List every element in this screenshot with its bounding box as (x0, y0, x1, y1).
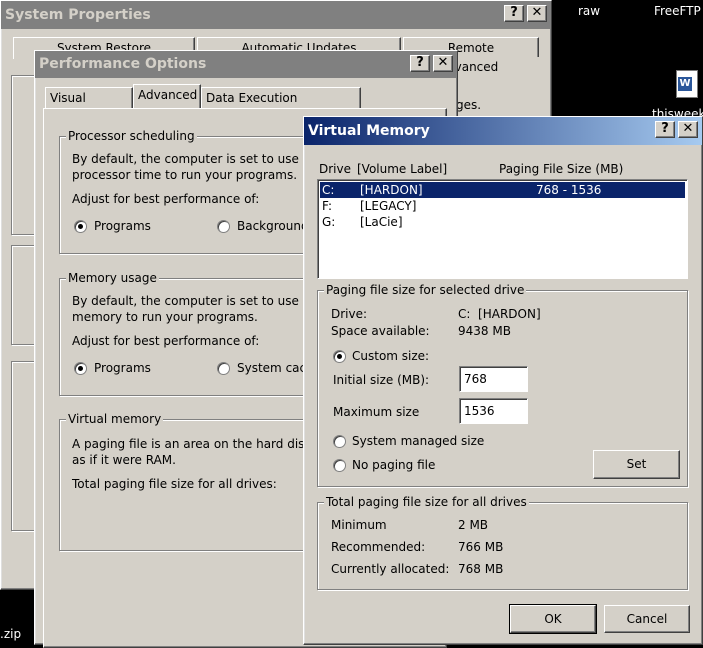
drive-letter: F: (322, 199, 333, 213)
system-properties-title: System Properties (5, 7, 151, 23)
drive-volume-label: [HARDON] (360, 183, 423, 197)
custom-size-radio[interactable] (333, 350, 346, 363)
desktop-item-freeftp[interactable]: FreeFTP (654, 4, 701, 18)
drive-list[interactable]: C: [HARDON] 768 - 1536 F: [LEGACY] G: [L… (317, 179, 688, 279)
virtual-memory-desc-line2: as if it were RAM. (72, 453, 176, 467)
processor-programs-label[interactable]: Programs (94, 219, 151, 233)
recommended-value: 766 MB (458, 540, 504, 554)
currently-allocated-label: Currently allocated: (331, 562, 450, 576)
memory-programs-label[interactable]: Programs (94, 361, 151, 375)
processor-scheduling-legend: Processor scheduling (66, 129, 197, 143)
memory-system-cache-radio[interactable] (217, 362, 230, 375)
tab-data-execution-prevention[interactable]: Data Execution Prevention (201, 87, 361, 125)
memory-adjust-label: Adjust for best performance of: (72, 334, 260, 348)
processor-background-radio[interactable] (217, 220, 230, 233)
processor-desc-line2: processor time to run your programs. (72, 168, 298, 182)
word-document-icon[interactable]: W (676, 70, 698, 98)
tab-visual-effects[interactable]: Visual Effects (45, 87, 133, 125)
set-button[interactable]: Set (593, 450, 680, 479)
tab-advanced-fragment[interactable]: Advanced (439, 57, 541, 79)
desktop-item-zip[interactable]: .zip (0, 627, 21, 641)
selected-drive-group: Paging file size for selected drive Driv… (317, 283, 688, 487)
virtual-memory-dialog: Virtual Memory ? ✕ Drive [Volume Label] … (303, 116, 703, 645)
no-paging-file-radio[interactable] (333, 459, 346, 472)
drive-paging-size: 768 - 1536 (536, 183, 602, 197)
selected-drive-legend: Paging file size for selected drive (324, 283, 527, 297)
memory-programs-radio[interactable] (74, 362, 87, 375)
cancel-button[interactable]: Cancel (604, 605, 690, 633)
system-managed-radio[interactable] (333, 435, 346, 448)
maximum-size-input[interactable]: 1536 (459, 398, 528, 424)
virtual-memory-desc-line1: A paging file is an area on the hard dis… (72, 437, 312, 451)
total-paging-group: Total paging file size for all drives Mi… (317, 495, 688, 590)
tab-advanced[interactable]: Advanced (133, 84, 201, 108)
help-button[interactable]: ? (504, 5, 524, 22)
virtual-memory-titlebar[interactable]: Virtual Memory ? ✕ (304, 117, 702, 145)
drive-column-header: Drive (319, 162, 351, 176)
drive-volume-label: [LEGACY] (360, 199, 417, 213)
no-paging-file-label[interactable]: No paging file (352, 458, 435, 472)
virtual-memory-legend: Virtual memory (66, 412, 164, 426)
space-available-label: Space available: (331, 324, 430, 338)
drive-letter: G: (322, 215, 336, 229)
virtual-memory-title: Virtual Memory (308, 123, 430, 139)
system-properties-titlebar[interactable]: System Properties ? ✕ (1, 1, 551, 29)
desktop-item-raw[interactable]: raw (578, 4, 600, 18)
ok-button[interactable]: OK (509, 604, 597, 634)
performance-options-title: Performance Options (39, 56, 207, 72)
drive-row-c[interactable]: C: [HARDON] 768 - 1536 (320, 182, 685, 198)
memory-desc-line1: By default, the computer is set to use a… (72, 294, 322, 308)
drive-row-f[interactable]: F: [LEGACY] (320, 198, 685, 214)
custom-size-label[interactable]: Custom size: (352, 349, 429, 363)
processor-background-label[interactable]: Background (237, 219, 309, 233)
space-available-value: 9438 MB (458, 324, 511, 338)
processor-desc-line1: By default, the computer is set to use a… (72, 152, 322, 166)
processor-programs-radio[interactable] (74, 220, 87, 233)
initial-size-label: Initial size (MB): (333, 373, 430, 387)
total-paging-legend: Total paging file size for all drives (324, 495, 529, 509)
system-managed-label[interactable]: System managed size (352, 434, 484, 448)
drive-letter: C: (322, 183, 335, 197)
paging-size-column-header: Paging File Size (MB) (499, 162, 624, 176)
help-button[interactable]: ? (655, 121, 675, 138)
recommended-label: Recommended: (331, 540, 426, 554)
close-button[interactable]: ✕ (433, 55, 453, 72)
drive-row-g[interactable]: G: [LaCie] (320, 214, 685, 230)
memory-desc-line2: memory to run your programs. (72, 310, 258, 324)
drive-volume-label: [LaCie] (360, 215, 403, 229)
minimum-value: 2 MB (458, 518, 489, 532)
changes-text-fragment: ges. (456, 98, 482, 112)
close-button[interactable]: ✕ (527, 5, 547, 22)
processor-adjust-label: Adjust for best performance of: (72, 192, 260, 206)
memory-usage-legend: Memory usage (66, 271, 159, 285)
selected-drive-value: C: [HARDON] (458, 307, 541, 321)
maximum-size-label: Maximum size (333, 405, 420, 419)
volume-label-column-header: [Volume Label] (357, 162, 448, 176)
currently-allocated-value: 768 MB (458, 562, 504, 576)
selected-drive-label: Drive: (331, 307, 368, 321)
minimum-label: Minimum (331, 518, 387, 532)
performance-options-titlebar[interactable]: Performance Options ? ✕ (35, 51, 457, 78)
virtual-memory-total-label: Total paging file size for all drives: (72, 477, 277, 491)
help-button[interactable]: ? (410, 55, 430, 72)
initial-size-input[interactable]: 768 (459, 366, 528, 392)
close-button[interactable]: ✕ (678, 121, 698, 138)
